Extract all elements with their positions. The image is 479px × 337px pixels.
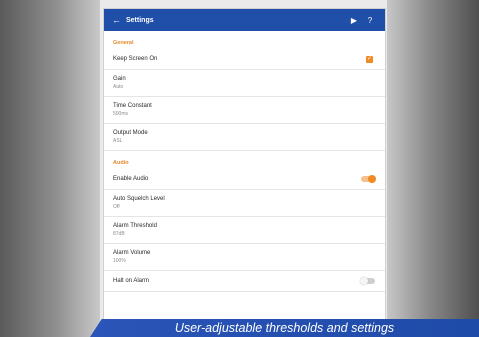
help-icon[interactable]: ? xyxy=(363,16,377,25)
setting-value: 87dB xyxy=(113,231,125,237)
play-icon[interactable]: ▶ xyxy=(345,16,363,25)
setting-label: Halt on Alarm xyxy=(113,278,150,284)
setting-halt-on-alarm[interactable]: Halt on Alarm xyxy=(104,271,385,292)
setting-value: ASL xyxy=(113,138,123,144)
setting-value: Off xyxy=(113,204,120,210)
setting-output-mode[interactable]: Output Mode ASL xyxy=(104,124,385,151)
setting-value: 500ms xyxy=(113,111,129,117)
setting-time-constant[interactable]: Time Constant 500ms xyxy=(104,97,385,124)
device-bezel-right xyxy=(387,0,479,337)
setting-label: Enable Audio xyxy=(113,176,149,182)
setting-alarm-volume[interactable]: Alarm Volume 100% xyxy=(104,244,385,271)
setting-value: 100% xyxy=(113,258,126,264)
setting-auto-squelch-level[interactable]: Auto Squelch Level Off xyxy=(104,190,385,217)
app-bar: ← Settings ▶ ? xyxy=(104,9,385,31)
page-title: Settings xyxy=(126,16,154,24)
setting-label: Keep Screen On xyxy=(113,56,158,62)
caption-text: User-adjustable thresholds and settings xyxy=(174,321,395,335)
setting-label: Auto Squelch Level xyxy=(113,196,165,202)
setting-label: Output Mode xyxy=(113,130,148,136)
setting-label: Alarm Threshold xyxy=(113,223,157,229)
toggle-knob xyxy=(368,175,376,183)
device-bezel-left xyxy=(0,0,100,337)
setting-label: Time Constant xyxy=(113,103,152,109)
setting-alarm-threshold[interactable]: Alarm Threshold 87dB xyxy=(104,217,385,244)
setting-value: Auto xyxy=(113,84,124,90)
section-header-general: General xyxy=(113,40,134,46)
setting-label: Alarm Volume xyxy=(113,250,151,256)
setting-enable-audio[interactable]: Enable Audio xyxy=(104,169,385,190)
keep-screen-on-checkbox[interactable]: ✓ xyxy=(366,56,373,63)
enable-audio-toggle[interactable] xyxy=(361,175,376,183)
setting-keep-screen-on[interactable]: Keep Screen On ✓ xyxy=(104,49,385,70)
section-header-audio: Audio xyxy=(113,160,129,166)
caption-banner: User-adjustable thresholds and settings xyxy=(90,319,479,337)
toggle-knob xyxy=(360,277,368,285)
setting-gain[interactable]: Gain Auto xyxy=(104,70,385,97)
arrow-left-icon[interactable]: ← xyxy=(112,15,126,25)
setting-label: Gain xyxy=(113,76,126,82)
halt-on-alarm-toggle[interactable] xyxy=(360,277,375,285)
settings-screen: ← Settings ▶ ? General Keep Screen On ✓ … xyxy=(104,9,385,321)
